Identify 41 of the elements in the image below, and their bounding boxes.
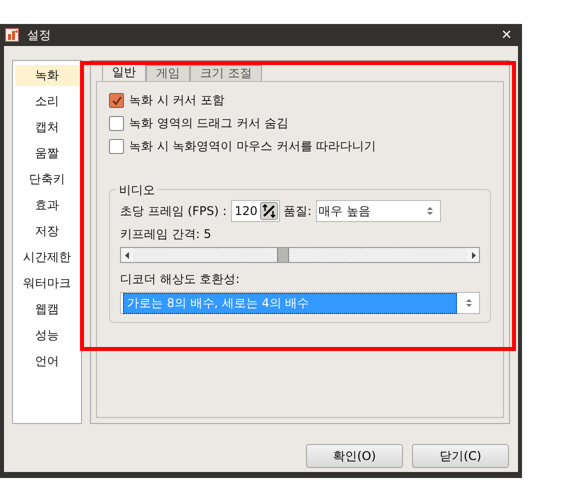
tab[interactable]: 크기 조절 — [190, 65, 262, 81]
quality-dropdown[interactable]: 매우 높음 — [316, 200, 441, 222]
dialog-button[interactable]: 닫기(C) — [412, 444, 509, 468]
updown-icon — [426, 205, 434, 217]
field-label: 품질: — [284, 202, 312, 220]
fps-spinbox[interactable]: 120 — [230, 200, 280, 222]
right-arrow-button[interactable] — [467, 248, 479, 262]
spin-arrows-icon — [260, 202, 278, 220]
sidebar-item[interactable]: 녹화 — [15, 65, 79, 86]
close-button[interactable]: ✕ — [495, 28, 518, 42]
left-arrow-button[interactable] — [121, 248, 133, 262]
sidebar-item[interactable]: 워터마크 — [15, 273, 79, 294]
field-label: 키프레임 간격: 5 — [120, 226, 212, 243]
sidebar-item[interactable]: 시간제한 — [15, 247, 79, 268]
updown-icon — [465, 297, 473, 309]
checkbox[interactable] — [109, 116, 124, 131]
field-label: 초당 프레임 (FPS) : — [120, 202, 227, 220]
keyframe-slider[interactable] — [120, 247, 480, 263]
tab[interactable]: 게임 — [146, 65, 190, 81]
sidebar-item[interactable]: 언어 — [15, 351, 79, 372]
right-triangle-icon — [470, 252, 476, 258]
checkbox[interactable] — [109, 139, 124, 154]
checkbox[interactable] — [109, 93, 124, 108]
checkbox-label: 녹화 시 커서 포함 — [129, 92, 224, 109]
checkbox-label: 녹화 영역의 드래그 커서 숨김 — [129, 115, 288, 132]
left-triangle-icon — [124, 252, 130, 258]
sidebar-item[interactable]: 저장 — [15, 221, 79, 242]
field-label: 디코더 해상도 호환성: — [120, 271, 241, 288]
sidebar-item[interactable]: 움짤 — [15, 143, 79, 164]
sidebar-item[interactable]: 캡처 — [15, 117, 79, 138]
dialog-button[interactable]: 확인(O) — [306, 444, 403, 468]
window-title: 설정 — [27, 26, 52, 44]
sidebar-item[interactable]: 성능 — [15, 325, 79, 346]
app-icon — [5, 28, 19, 42]
sidebar-item[interactable]: 단축키 — [15, 169, 79, 190]
sidebar-item[interactable]: 웹캠 — [15, 299, 79, 320]
sidebar-item[interactable]: 효과 — [15, 195, 79, 216]
slider-thumb[interactable] — [277, 248, 290, 262]
sidebar-item[interactable]: 소리 — [15, 91, 79, 112]
group-title: 비디오 — [116, 182, 158, 199]
checkbox-label: 녹화 시 녹화영역이 마우스 커서를 따라다니기 — [129, 138, 376, 155]
